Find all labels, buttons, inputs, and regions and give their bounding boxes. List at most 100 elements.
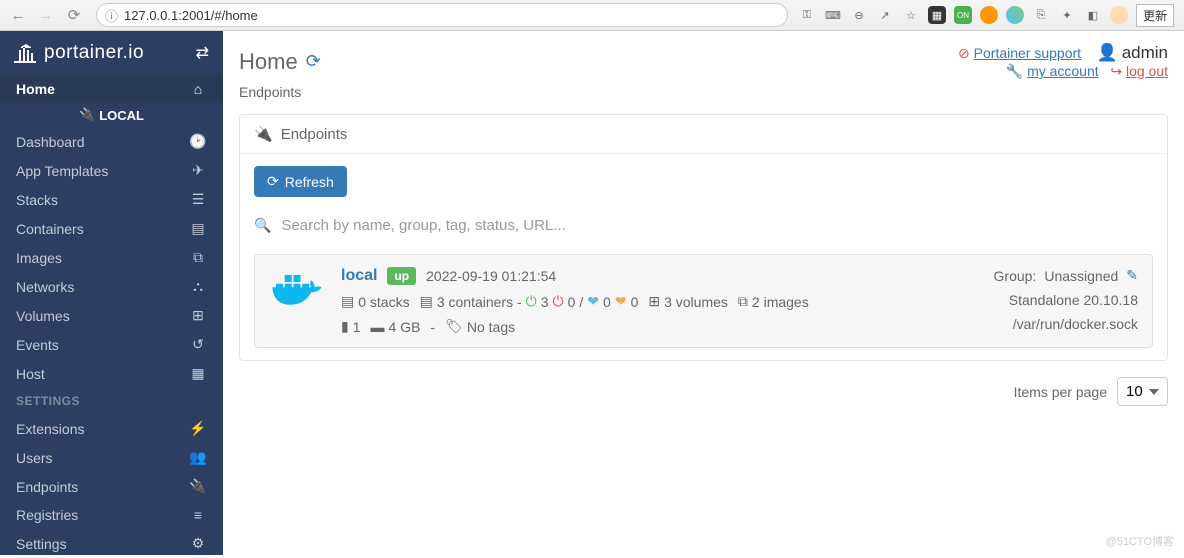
ext-2-icon[interactable]: ON (954, 6, 972, 24)
forward-button[interactable]: → (34, 3, 58, 27)
share-icon[interactable]: ↗ (876, 6, 894, 24)
memory-icon: ▬ (371, 319, 385, 335)
sidebar-item-endpoints[interactable]: Endpoints 🔌 (0, 472, 223, 501)
support-link[interactable]: Portainer support (974, 45, 1081, 61)
users-icon: 👥 (189, 449, 207, 466)
star-icon[interactable]: ☆ (902, 6, 920, 24)
pager-select[interactable]: 10 (1117, 377, 1168, 406)
microchip-icon: ▮ (341, 318, 349, 335)
key-icon[interactable]: ⚿ (798, 6, 816, 24)
sidebar-item-containers[interactable]: Containers ▤ (0, 214, 223, 243)
url-text: 127.0.0.1:2001/#/home (124, 8, 779, 23)
refresh-icon[interactable]: ⟳ (306, 51, 321, 72)
history-icon: ↺ (189, 336, 207, 353)
ext-3-icon[interactable] (980, 6, 998, 24)
brand-header: portainer.io ⇄ (0, 31, 223, 75)
sidebar-item-images[interactable]: Images ⧉ (0, 243, 223, 272)
update-button[interactable]: 更新 (1136, 4, 1174, 27)
power-off-icon: ⏻ (553, 293, 564, 310)
heartbeat-icon: ❤ (587, 293, 599, 310)
sidebar-item-users[interactable]: Users 👥 (0, 443, 223, 472)
endpoint-card[interactable]: local up 2022-09-19 01:21:54 ▤ 0 stacks … (254, 254, 1153, 348)
user-icon: 👤 (1097, 43, 1118, 62)
th-list-icon: ☰ (189, 191, 207, 208)
sidebar-toggle-icon[interactable]: ◧ (1084, 6, 1102, 24)
hdd-icon: ⊞ (648, 293, 660, 310)
sidebar-item-registries[interactable]: Registries ≡ (0, 501, 223, 529)
clone-icon: ⧉ (189, 249, 207, 266)
info-icon: ⓘ (105, 6, 118, 25)
sidebar-item-home[interactable]: Home ⌂ (0, 75, 223, 103)
endpoint-socket: /var/run/docker.sock (1013, 316, 1138, 332)
sidebar-item-local[interactable]: 🔌 LOCAL (0, 103, 223, 127)
widget-header: 🔌 Endpoints (240, 115, 1167, 154)
sidebar-item-settings[interactable]: Settings ⚙ (0, 529, 223, 558)
sidebar: portainer.io ⇄ Home ⌂ 🔌 LOCAL Dashboard … (0, 31, 223, 555)
ext-5-icon[interactable]: ⎘ (1032, 6, 1050, 24)
sidebar-item-networks[interactable]: Networks ⛬ (0, 272, 223, 301)
group-label: Group: (994, 268, 1037, 284)
tags-icon: 🏷 (445, 318, 463, 335)
profile-icon[interactable] (1110, 6, 1128, 24)
rocket-icon: ✈ (189, 162, 207, 179)
th-list-icon: ▤ (341, 293, 354, 310)
group-value: Unassigned (1044, 268, 1118, 284)
cogs-icon: ⚙ (189, 535, 207, 552)
th-icon: ▦ (189, 365, 207, 382)
sync-icon: ⟳ (267, 173, 279, 190)
server-icon: ▤ (189, 220, 207, 237)
endpoint-name: local (341, 267, 377, 285)
ext-4-icon[interactable] (1006, 6, 1024, 24)
sidebar-item-dashboard[interactable]: Dashboard 🕑 (0, 127, 223, 156)
heartbeat-warn-icon: ❤ (615, 293, 627, 310)
plug-icon: 🔌 (189, 478, 207, 495)
zoom-icon[interactable]: ⊖ (850, 6, 868, 24)
collapse-toggle-icon[interactable]: ⇄ (196, 43, 209, 63)
account-link[interactable]: my account (1027, 63, 1099, 79)
wrench-icon: 🔧 (1006, 63, 1023, 79)
lifebuoy-icon: ⊘ (958, 45, 970, 61)
snapshot-time: 2022-09-19 01:21:54 (426, 268, 556, 284)
endpoint-status-badge: up (387, 267, 416, 285)
tachometer-icon: 🕑 (189, 133, 207, 150)
sidebar-item-app-templates[interactable]: App Templates ✈ (0, 156, 223, 185)
ext-1-icon[interactable]: ▦ (928, 6, 946, 24)
search-input[interactable] (281, 213, 1153, 238)
page-title: Home ⟳ (239, 49, 321, 75)
brand-name: portainer.io (44, 42, 144, 64)
reload-button[interactable]: ⟳ (62, 3, 86, 27)
endpoints-widget: 🔌 Endpoints ⟳ Refresh 🔍 (239, 114, 1168, 361)
bolt-icon: ⚡ (189, 420, 207, 437)
watermark: @51CTO博客 (1106, 533, 1174, 549)
settings-section-label: SETTINGS (0, 388, 223, 414)
search-icon: 🔍 (254, 217, 271, 234)
browser-toolbar: ← → ⟳ ⓘ 127.0.0.1:2001/#/home ⚿ ⌨ ⊖ ↗ ☆ … (0, 0, 1184, 31)
sitemap-icon: ⛬ (189, 278, 207, 295)
username: admin (1122, 43, 1168, 62)
power-on-icon: ⏻ (526, 293, 537, 310)
breadcrumb: Endpoints (239, 84, 1168, 100)
home-icon: ⌂ (189, 81, 207, 97)
url-bar[interactable]: ⓘ 127.0.0.1:2001/#/home (96, 3, 788, 27)
extensions-menu-icon[interactable]: ✦ (1058, 6, 1076, 24)
database-icon: ≡ (189, 507, 207, 523)
portainer-logo-icon (14, 41, 38, 65)
endpoint-type: Standalone 20.10.18 (1009, 292, 1138, 308)
pagination: Items per page 10 (239, 377, 1168, 406)
sidebar-item-stacks[interactable]: Stacks ☰ (0, 185, 223, 214)
hdd-icon: ⊞ (189, 307, 207, 324)
sidebar-item-extensions[interactable]: Extensions ⚡ (0, 414, 223, 443)
sidebar-item-host[interactable]: Host ▦ (0, 359, 223, 388)
refresh-button[interactable]: ⟳ Refresh (254, 166, 347, 197)
search-wrap: 🔍 (254, 209, 1153, 242)
logout-icon: ↪ (1110, 63, 1122, 79)
translate-icon[interactable]: ⌨ (824, 6, 842, 24)
pencil-icon[interactable]: ✎ (1126, 267, 1138, 284)
back-button[interactable]: ← (6, 3, 30, 27)
plug-icon: 🔌 (254, 125, 273, 143)
extension-icons: ⚿ ⌨ ⊖ ↗ ☆ ▦ ON ⎘ ✦ ◧ 更新 (798, 4, 1178, 27)
sidebar-item-volumes[interactable]: Volumes ⊞ (0, 301, 223, 330)
main-content: Home ⟳ ⊘ Portainer support 👤 admin 🔧 my … (223, 31, 1184, 555)
sidebar-item-events[interactable]: Events ↺ (0, 330, 223, 359)
logout-link[interactable]: log out (1126, 63, 1168, 79)
